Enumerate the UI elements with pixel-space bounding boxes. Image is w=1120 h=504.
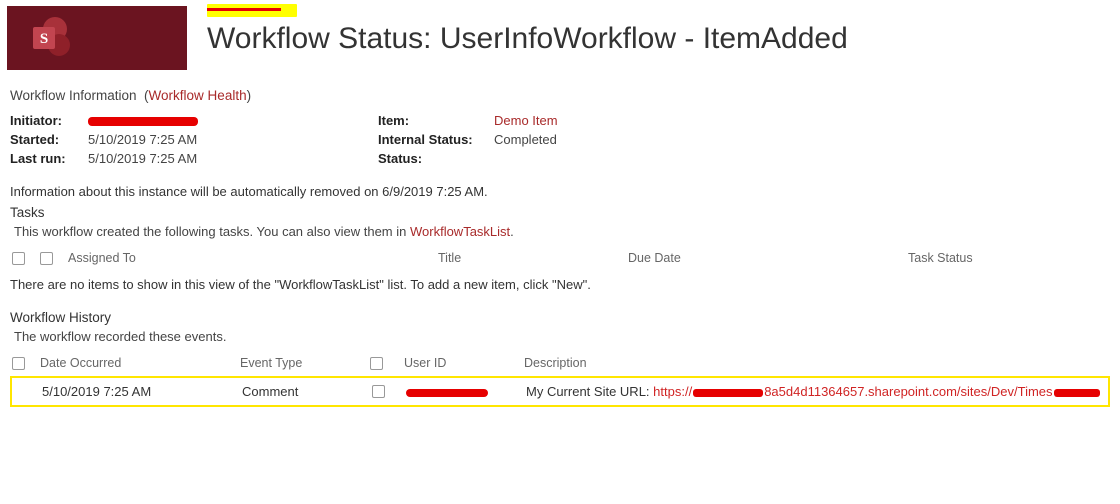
workflow-tasklist-link[interactable]: WorkflowTaskList <box>410 224 510 239</box>
initiator-value <box>88 113 198 128</box>
tasks-header-row: Assigned To Title Due Date Task Status <box>10 245 1110 271</box>
initiator-label: Initiator: <box>10 113 82 128</box>
col-date[interactable]: Date Occurred <box>40 356 240 370</box>
workflow-health-link[interactable]: Workflow Health <box>149 88 247 103</box>
workflow-info-table: Initiator: Started: 5/10/2019 7:25 AM La… <box>10 113 1110 166</box>
lastrun-value: 5/10/2019 7:25 AM <box>88 151 198 166</box>
select-all-checkbox[interactable] <box>12 252 25 265</box>
history-header-row: Date Occurred Event Type User ID Descrip… <box>10 350 1110 376</box>
lastrun-label: Last run: <box>10 151 82 166</box>
started-label: Started: <box>10 132 82 147</box>
hist-user <box>406 384 526 399</box>
history-desc: The workflow recorded these events. <box>14 329 1110 344</box>
history-row-highlighted: 5/10/2019 7:25 AM Comment My Current Sit… <box>10 376 1110 407</box>
col-title[interactable]: Title <box>438 251 628 265</box>
hist-date: 5/10/2019 7:25 AM <box>42 384 242 399</box>
status-label: Status: <box>378 151 488 166</box>
internal-status-value: Completed <box>494 132 558 147</box>
col-taskstatus[interactable]: Task Status <box>908 251 1108 265</box>
tasks-empty: There are no items to show in this view … <box>10 277 1110 292</box>
col-description[interactable]: Description <box>524 356 1108 370</box>
breadcrumb-redacted <box>207 4 297 17</box>
tasks-heading: Tasks <box>10 205 1110 220</box>
internal-status-label: Internal Status: <box>378 132 488 147</box>
url-end-redacted <box>1054 389 1100 397</box>
site-logo: S <box>7 6 187 70</box>
hist-description: My Current Site URL: https://8a5d4d11364… <box>526 384 1106 399</box>
history-heading: Workflow History <box>10 310 1110 325</box>
item-link[interactable]: Demo Item <box>494 113 558 128</box>
hist-type: Comment <box>242 384 372 399</box>
col-userid[interactable]: User ID <box>404 356 524 370</box>
hist-select-all-checkbox[interactable] <box>12 357 25 370</box>
col-eventtype[interactable]: Event Type <box>240 356 370 370</box>
col-user-checkbox[interactable] <box>370 357 383 370</box>
page-title: Workflow Status: UserInfoWorkflow - Item… <box>207 22 848 56</box>
col-assigned[interactable]: Assigned To <box>68 251 438 265</box>
sharepoint-icon: S <box>29 15 75 61</box>
item-label: Item: <box>378 113 488 128</box>
url-mid-redacted <box>693 389 763 397</box>
svg-text:S: S <box>40 31 48 47</box>
auto-remove-text: Information about this instance will be … <box>10 184 1110 199</box>
workflow-info-heading: Workflow Information (Workflow Health) <box>10 88 1110 103</box>
workflow-info-label: Workflow Information <box>10 88 137 103</box>
status-value <box>494 151 558 166</box>
col-due[interactable]: Due Date <box>628 251 908 265</box>
col-checkbox[interactable] <box>40 252 53 265</box>
started-value: 5/10/2019 7:25 AM <box>88 132 198 147</box>
hist-row-checkbox[interactable] <box>372 385 385 398</box>
tasks-desc: This workflow created the following task… <box>14 224 1110 239</box>
